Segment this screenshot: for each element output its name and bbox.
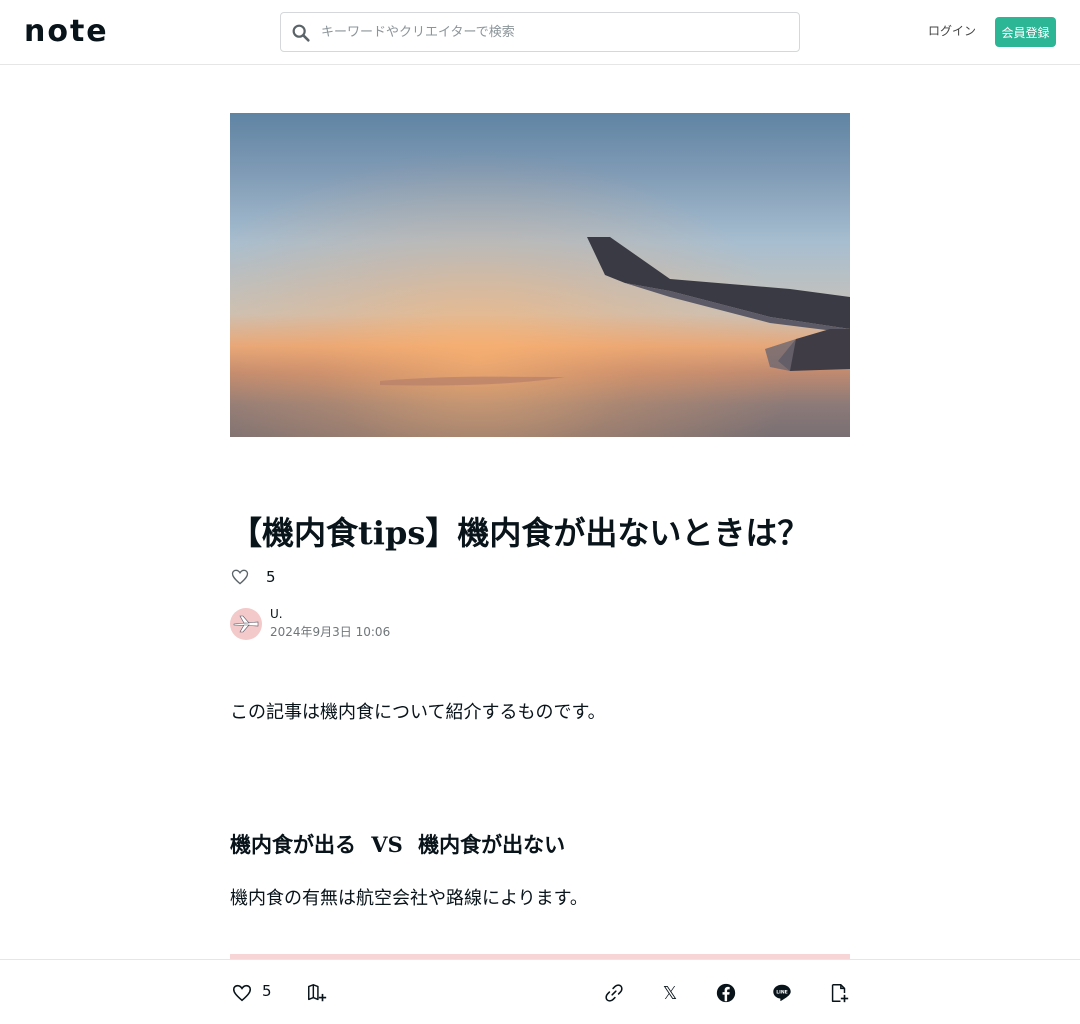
link-icon xyxy=(605,984,623,1002)
site-header: note ログイン 会員登録 xyxy=(0,0,1080,65)
author-meta: U. 2024年9月3日 10:06 xyxy=(270,606,390,642)
share-line-button[interactable]: LINE xyxy=(769,980,795,1006)
add-to-magazine-button[interactable] xyxy=(304,980,330,1006)
author-name[interactable]: U. xyxy=(270,606,390,622)
svg-text:LINE: LINE xyxy=(776,990,788,996)
facebook-icon xyxy=(716,983,736,1003)
avatar[interactable] xyxy=(230,608,262,640)
hero-image xyxy=(230,113,850,437)
like-count: 5 xyxy=(266,568,276,586)
author-info[interactable]: U. 2024年9月3日 10:06 xyxy=(230,607,390,641)
article-paragraph: 機内食の有無は航空会社や路線によります。 xyxy=(230,888,588,909)
heart-icon xyxy=(231,569,249,585)
search-input[interactable] xyxy=(321,13,791,51)
publish-date: 2024年9月3日 10:06 xyxy=(270,625,391,639)
article-paragraph: この記事は機内食について紹介するものです。 xyxy=(230,702,606,723)
heart-icon xyxy=(232,984,252,1002)
article-title: 【機内食tips】機内食が出ないときは？ xyxy=(230,514,810,552)
share-x-button[interactable]: 𝕏 xyxy=(657,980,683,1006)
copy-link-button[interactable] xyxy=(601,980,627,1006)
share-facebook-button[interactable] xyxy=(713,980,739,1006)
airplane-icon xyxy=(233,615,259,633)
magazine-add-icon xyxy=(308,984,327,1002)
add-note-button[interactable] xyxy=(826,980,852,1006)
like-count: 5 xyxy=(262,982,272,1000)
search-box[interactable] xyxy=(280,12,800,52)
search-icon xyxy=(292,24,310,42)
article-heading: 機内食が出る VS 機内食が出ない xyxy=(230,832,566,857)
x-icon: 𝕏 xyxy=(662,982,678,1004)
line-icon: LINE xyxy=(773,984,791,1001)
signup-button[interactable]: 会員登録 xyxy=(995,17,1056,47)
like-button[interactable] xyxy=(229,980,255,1006)
bottom-action-bar: 5 𝕏 LINE xyxy=(0,959,1080,1024)
airplane-wing-illustration xyxy=(380,237,850,386)
login-link[interactable]: ログイン xyxy=(928,22,976,39)
note-add-icon xyxy=(831,984,849,1003)
like-button-top[interactable]: 5 xyxy=(230,566,276,588)
note-logo[interactable]: note xyxy=(24,17,109,47)
